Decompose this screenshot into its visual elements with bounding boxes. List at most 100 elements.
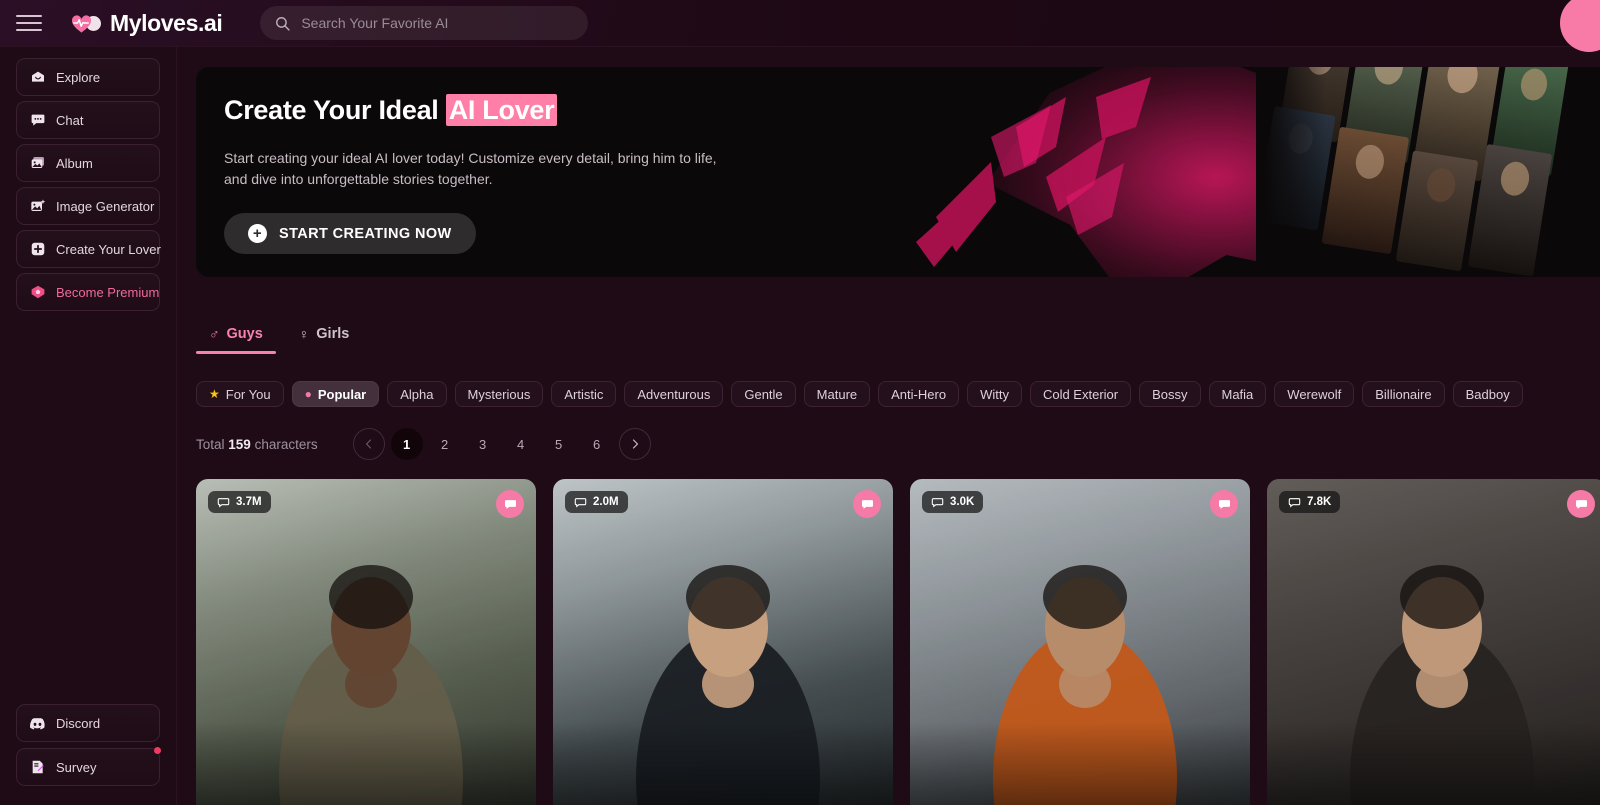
page-button-6[interactable]: 6 <box>581 428 613 460</box>
user-avatar[interactable] <box>1560 0 1600 52</box>
total-characters-label: Total 159 characters <box>196 437 318 452</box>
page-button-4[interactable]: 4 <box>505 428 537 460</box>
page-button-2[interactable]: 2 <box>429 428 461 460</box>
pagination-next-button[interactable] <box>618 428 651 460</box>
compass-icon <box>29 69 46 86</box>
sidebar-item-label: Explore <box>56 69 101 85</box>
hero-subtitle: Start creating your ideal AI lover today… <box>224 150 717 187</box>
chip-werewolf[interactable]: Werewolf <box>1274 381 1355 407</box>
total-prefix: Total <box>196 436 229 452</box>
chip-witty[interactable]: Witty <box>967 381 1022 407</box>
view-count-label: 2.0M <box>593 496 619 508</box>
sidebar-item-become-premium[interactable]: Become Premium <box>16 273 160 311</box>
chip-label: Witty <box>980 386 1009 402</box>
chip-popular[interactable]: ● Popular <box>291 381 380 407</box>
sidebar-item-album[interactable]: Album <box>16 144 160 182</box>
card-gradient-overlay <box>196 722 536 805</box>
start-creating-now-button[interactable]: + START CREATING NOW <box>224 213 476 254</box>
view-count-label: 3.7M <box>236 496 262 508</box>
sidebar-item-survey[interactable]: Survey <box>16 747 161 786</box>
chip-label: Artistic <box>564 386 604 402</box>
plus-circle-icon: + <box>248 224 267 243</box>
chip-mysterious[interactable]: Mysterious <box>454 381 544 407</box>
chip-label: Anti-Hero <box>891 386 947 402</box>
view-count-badge: 7.8K <box>1279 491 1341 513</box>
sidebar-item-discord[interactable]: Discord <box>16 704 160 742</box>
chip-mafia[interactable]: Mafia <box>1208 381 1267 407</box>
brand-logo[interactable]: Myloves.ai <box>70 10 223 37</box>
flame-icon: ● <box>304 387 312 401</box>
character-card-grid: 3.7MLorenzo2.0MEthan Hale 3.0K 7.8KEthan V… <box>196 479 1600 805</box>
character-card[interactable]: 3.7MLorenzo <box>196 479 536 805</box>
chat-bubble-icon <box>1288 497 1301 508</box>
hero-image-collage <box>1256 67 1600 277</box>
tab-girls[interactable]: ♀ Girls <box>286 322 363 354</box>
chip-label: Mysterious <box>467 386 531 402</box>
sidebar-item-label: Image Generator <box>56 198 155 214</box>
page-button-3[interactable]: 3 <box>467 428 499 460</box>
search-icon <box>276 16 290 31</box>
chip-artistic[interactable]: Artistic <box>551 381 617 407</box>
search-input[interactable] <box>301 15 575 31</box>
view-count-label: 3.0K <box>950 496 975 508</box>
chip-billionaire[interactable]: Billionaire <box>1362 381 1445 407</box>
pagination-row: Total 159 characters 123456 <box>196 428 657 460</box>
card-chat-button[interactable] <box>496 490 524 518</box>
sidebar-item-label: Discord <box>56 715 101 731</box>
sidebar-item-explore[interactable]: Explore <box>16 58 160 96</box>
gender-tabs: ♂ Guys ♀ Girls <box>196 322 362 354</box>
character-card[interactable]: 3.0K <box>910 479 1250 805</box>
chip-cold-exterior[interactable]: Cold Exterior <box>1029 381 1132 407</box>
card-chat-button[interactable] <box>1567 490 1595 518</box>
hero-text-block: Create Your Ideal AI Lover Start creatin… <box>224 94 864 254</box>
character-card[interactable]: 2.0MEthan Hale <box>553 479 893 805</box>
chat-icon <box>1575 499 1587 509</box>
chip-anti-hero[interactable]: Anti-Hero <box>878 381 960 407</box>
sidebar-item-image-generator[interactable]: Image Generator <box>16 187 160 225</box>
chip-bossy[interactable]: Bossy <box>1139 381 1201 407</box>
chip-label: Mafia <box>1221 386 1254 402</box>
character-card[interactable]: 7.8KEthan Voss <box>1267 479 1600 805</box>
chip-badboy[interactable]: Badboy <box>1452 381 1523 407</box>
chip-alpha[interactable]: Alpha <box>387 381 447 407</box>
sidebar-item-label: Chat <box>56 112 84 128</box>
hamburger-menu-icon[interactable] <box>16 10 42 36</box>
page-button-5[interactable]: 5 <box>543 428 575 460</box>
chip-label: Gentle <box>744 386 783 402</box>
card-gradient-overlay <box>1267 722 1600 805</box>
pagination-prev-button[interactable] <box>352 428 385 460</box>
discord-icon <box>29 715 46 732</box>
heart-pulse-icon <box>70 11 101 35</box>
survey-pencil-icon <box>29 759 46 776</box>
female-gender-icon: ♀ <box>298 326 310 342</box>
card-chat-button[interactable] <box>853 490 881 518</box>
chip-adventurous[interactable]: Adventurous <box>624 381 724 407</box>
chip-label: Badboy <box>1465 386 1510 402</box>
chat-bubble-icon <box>931 497 944 508</box>
chip-for-you[interactable]: ★ For You <box>196 381 284 407</box>
sidebar-item-create-your-lover[interactable]: Create Your Lover <box>16 230 161 268</box>
chip-label: Mature <box>816 386 858 402</box>
plus-square-icon <box>29 241 46 258</box>
chip-label: Popular <box>317 386 367 402</box>
page-button-1[interactable]: 1 <box>390 428 423 460</box>
view-count-badge: 3.0K <box>922 491 984 513</box>
chip-gentle[interactable]: Gentle <box>731 381 796 407</box>
hero-title-prefix: Create Your Ideal <box>224 95 446 125</box>
category-filter-chips: ★ For You ● Popular Alpha Mysterious Artistic A… <box>196 381 1523 407</box>
image-sparkle-icon <box>29 198 46 215</box>
top-bar: Myloves.ai <box>0 0 1600 52</box>
page-number-list: 123456 <box>390 428 619 460</box>
chip-label: Cold Exterior <box>1042 386 1119 402</box>
sidebar-item-chat[interactable]: Chat <box>16 101 160 139</box>
chat-icon <box>504 499 516 509</box>
card-chat-button[interactable] <box>1210 490 1238 518</box>
tab-label: Guys <box>226 326 263 342</box>
cta-label: START CREATING NOW <box>279 225 452 242</box>
chat-icon <box>861 499 873 509</box>
tab-guys[interactable]: ♂ Guys <box>196 322 276 354</box>
chip-mature[interactable]: Mature <box>803 381 871 407</box>
search-bar[interactable] <box>260 6 589 40</box>
notification-dot <box>154 747 161 754</box>
